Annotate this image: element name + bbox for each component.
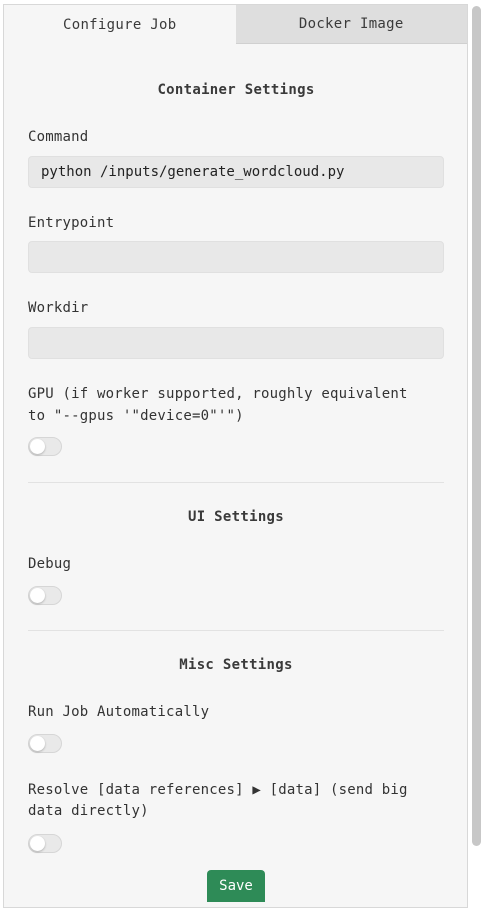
tab-bar: Configure Job Docker Image: [4, 5, 467, 44]
run-auto-toggle[interactable]: [28, 734, 62, 753]
scrollbar-thumb[interactable]: [472, 6, 481, 846]
tab-configure-job[interactable]: Configure Job: [4, 5, 236, 44]
resolve-label-line2: data directly): [28, 803, 149, 819]
ui-settings-title: UI Settings: [187, 509, 285, 525]
save-button[interactable]: Save: [207, 870, 265, 902]
entrypoint-label: Entrypoint: [28, 215, 115, 231]
workdir-label: Workdir: [28, 300, 89, 316]
container-settings-title: Container Settings: [157, 82, 315, 98]
command-label: Command: [28, 129, 89, 145]
toggle-knob: [30, 736, 45, 751]
toggle-knob: [30, 588, 45, 603]
run-auto-label: Run Job Automatically: [28, 704, 210, 720]
toggle-knob: [30, 439, 45, 454]
resolve-toggle[interactable]: [28, 834, 62, 853]
gpu-toggle[interactable]: [28, 437, 62, 456]
toggle-knob: [30, 836, 45, 851]
section-divider: [28, 630, 444, 631]
entrypoint-input[interactable]: [28, 241, 444, 273]
workdir-input[interactable]: [28, 327, 444, 359]
tab-docker-image[interactable]: Docker Image: [235, 5, 467, 44]
debug-label: Debug: [28, 556, 72, 572]
debug-toggle[interactable]: [28, 586, 62, 605]
resolve-label-line1: Resolve [data references] ▶ [data] (send…: [28, 782, 408, 798]
command-input[interactable]: [28, 156, 444, 188]
misc-settings-title: Misc Settings: [179, 657, 293, 673]
gpu-label-line1: GPU (if worker supported, roughly equiva…: [28, 386, 408, 402]
gpu-label-line2: to "--gpus '"device=0"'"): [28, 408, 244, 424]
section-divider: [28, 482, 444, 483]
